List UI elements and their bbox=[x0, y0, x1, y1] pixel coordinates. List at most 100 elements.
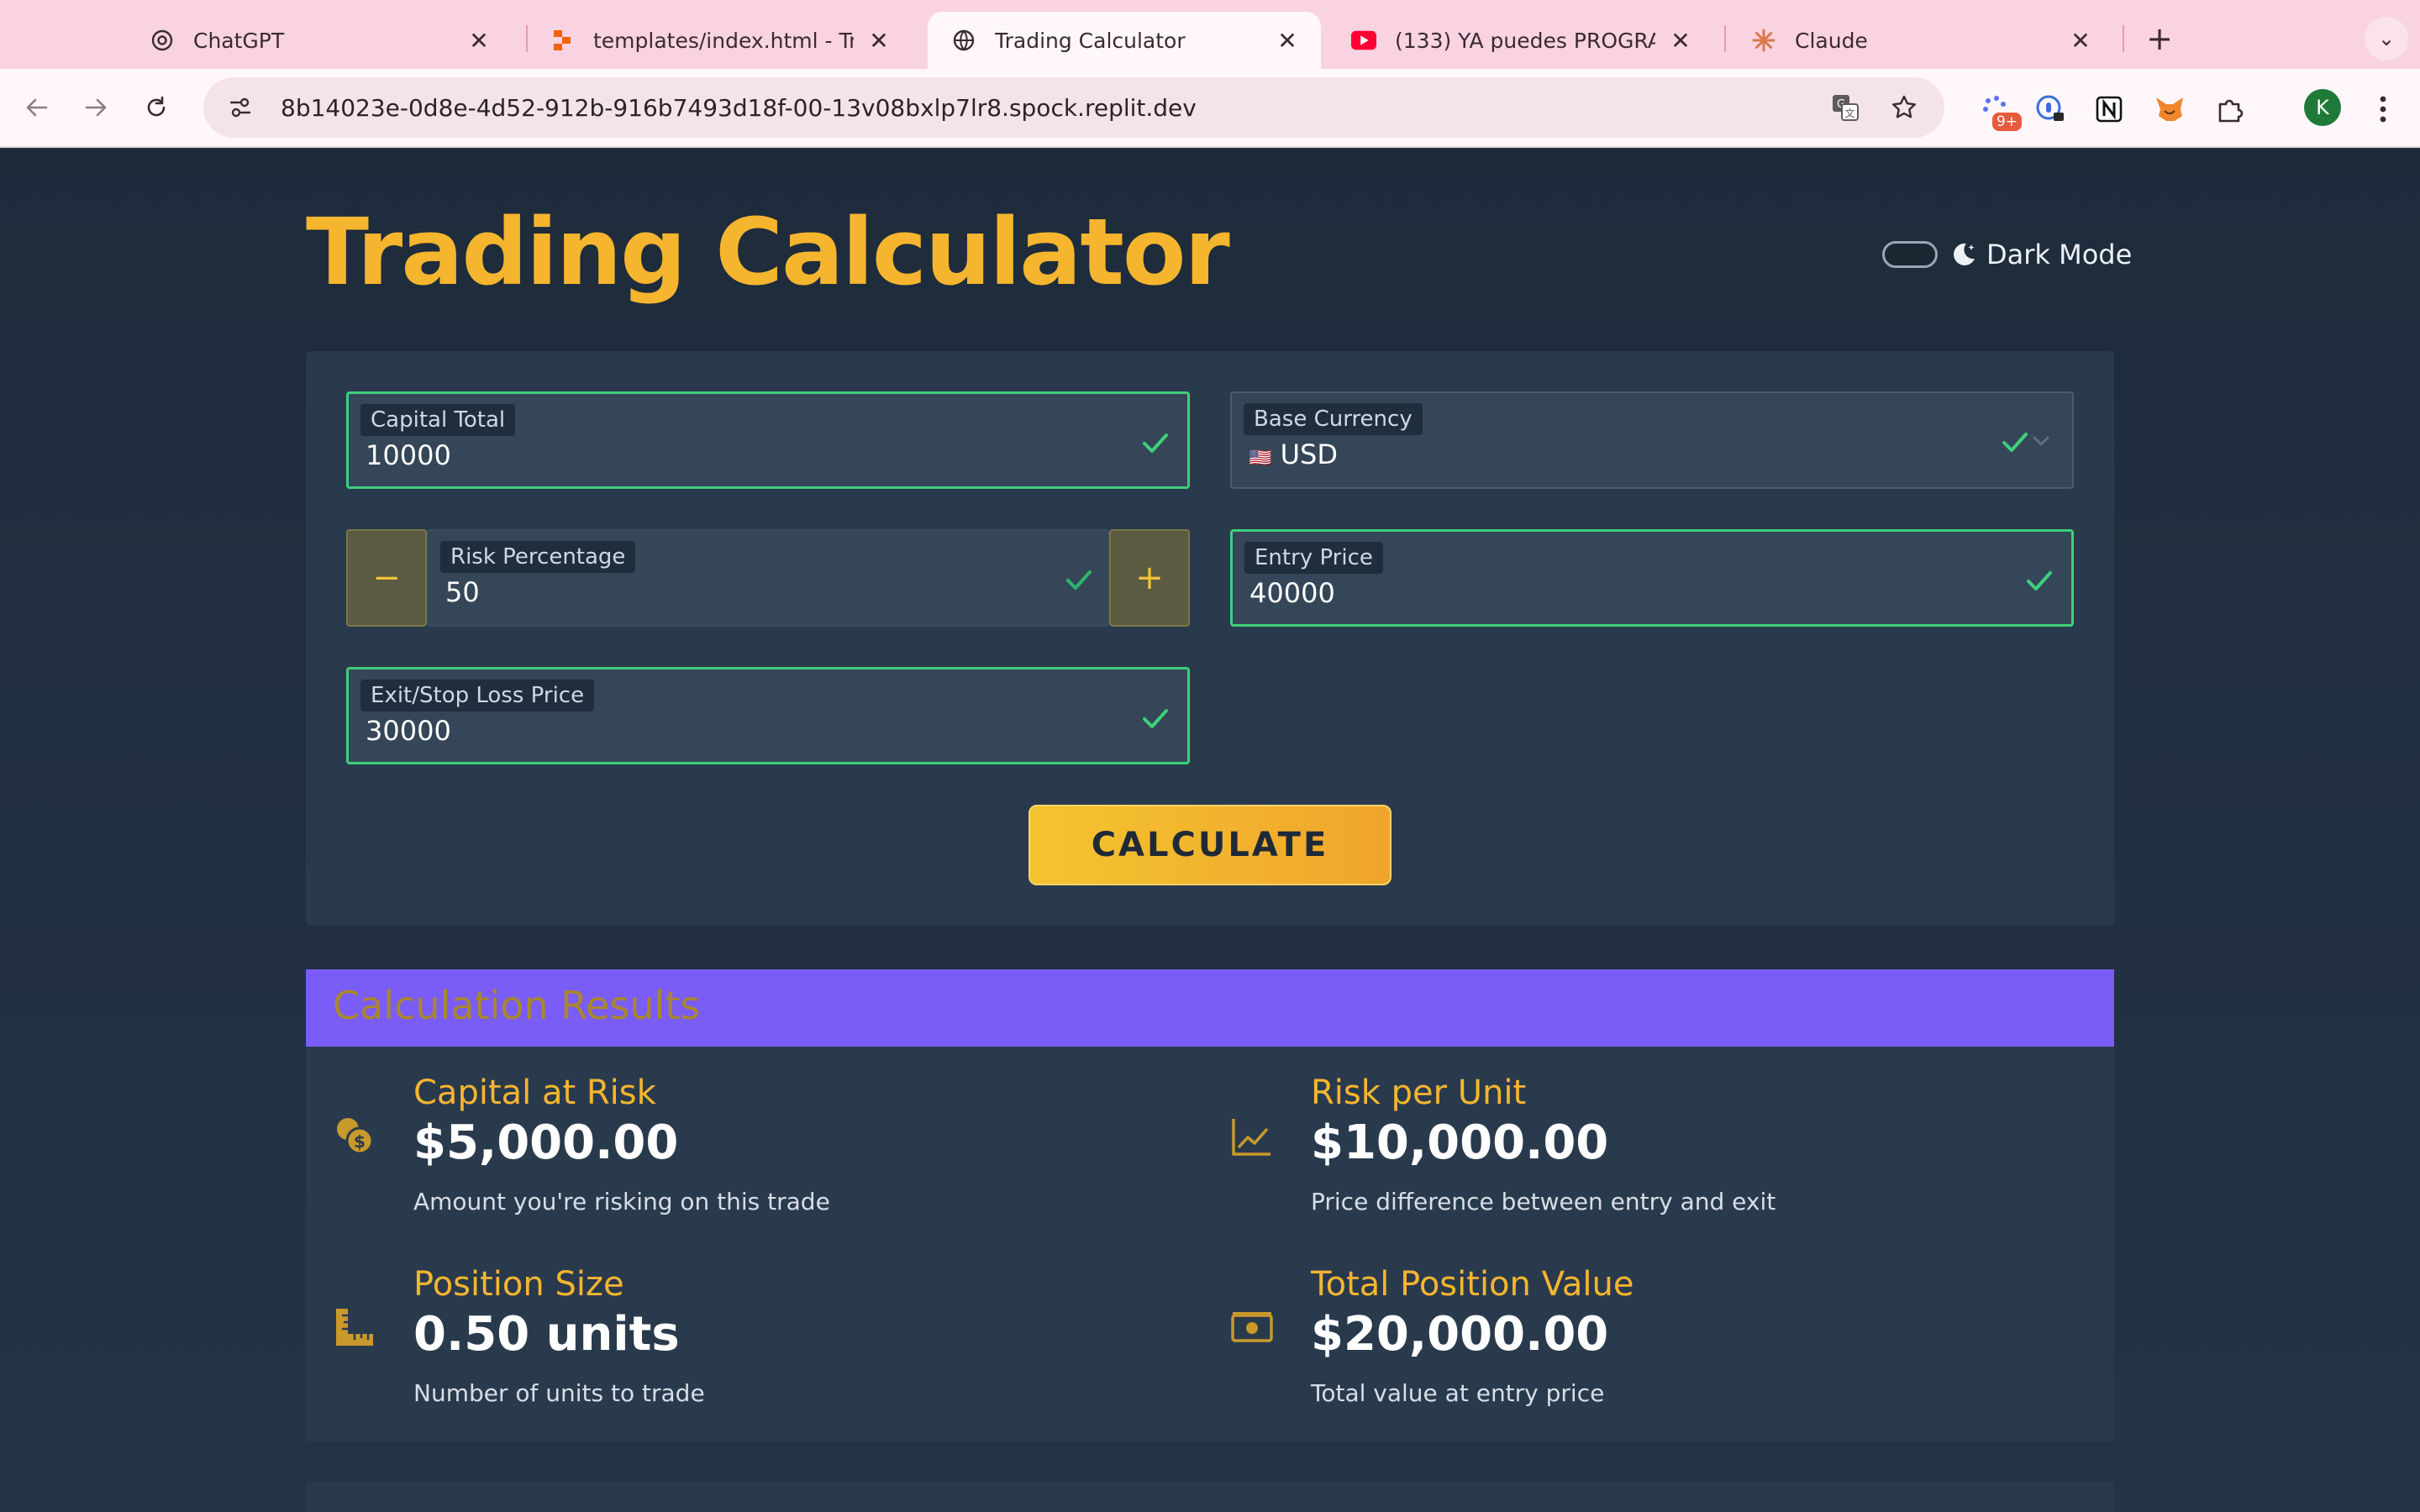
line-chart-icon bbox=[1232, 1119, 1270, 1156]
password-manager-icon bbox=[2036, 95, 2064, 121]
globe-icon bbox=[951, 28, 976, 53]
profile-avatar[interactable]: K bbox=[2304, 89, 2341, 126]
tab-separator bbox=[1724, 25, 1726, 52]
extension-button[interactable]: 9+ bbox=[1975, 89, 2022, 131]
exit-price-input[interactable]: 30000 bbox=[366, 715, 451, 747]
browser-tab-bar: ChatGPT ✕ templates/index.html - Trading… bbox=[0, 0, 2420, 69]
check-icon bbox=[1143, 709, 1168, 728]
extensions-menu-button[interactable] bbox=[2210, 89, 2250, 129]
replit-icon bbox=[550, 28, 575, 53]
capital-total-label: Capital Total bbox=[360, 404, 516, 436]
dark-mode-toggle[interactable]: Dark Mode bbox=[1882, 239, 2132, 270]
dark-mode-label: Dark Mode bbox=[1986, 239, 2133, 270]
tab-claude[interactable]: Claude ✕ bbox=[1728, 12, 2114, 69]
puzzle-icon bbox=[2218, 99, 2244, 123]
tab-title: Trading Calculator bbox=[995, 28, 1186, 53]
metric-total-position-value: Total Position Value $20,000.00 Total va… bbox=[1230, 1265, 2070, 1425]
chatgpt-icon bbox=[150, 28, 175, 53]
base-currency-label: Base Currency bbox=[1244, 403, 1423, 435]
currency-code: USD bbox=[1280, 438, 1338, 470]
svg-text:文: 文 bbox=[1844, 107, 1854, 119]
metric-description: Number of units to trade bbox=[413, 1379, 705, 1407]
translate-icon[interactable]: G文 bbox=[1827, 89, 1864, 126]
site-settings-icon[interactable] bbox=[222, 89, 259, 126]
extension-button[interactable] bbox=[2089, 89, 2129, 129]
close-icon[interactable]: ✕ bbox=[1665, 25, 1696, 55]
check-icon bbox=[2002, 433, 2028, 452]
coins-icon: $ bbox=[337, 1118, 374, 1155]
tab-title: Claude bbox=[1795, 28, 1868, 53]
metric-risk-per-unit: Risk per Unit $10,000.00 Price differenc… bbox=[1230, 1074, 2070, 1233]
chevron-down-icon[interactable] bbox=[2030, 430, 2052, 452]
extension-button[interactable] bbox=[2030, 89, 2070, 129]
close-icon[interactable]: ✕ bbox=[464, 25, 494, 55]
chrome-menu-button[interactable] bbox=[2363, 89, 2403, 129]
page-content: Trading Calculator Dark Mode Capital Tot… bbox=[0, 148, 2420, 1512]
url-text[interactable]: 8b14023e-0d8e-4d52-912b-916b7493d18f-00-… bbox=[281, 94, 1827, 122]
increase-risk-button[interactable]: + bbox=[1109, 529, 1190, 627]
tab-chatgpt[interactable]: ChatGPT ✕ bbox=[126, 12, 513, 69]
back-button[interactable] bbox=[13, 84, 60, 131]
arrow-left-icon bbox=[26, 98, 48, 117]
risk-percentage-field[interactable]: Risk Percentage 50 bbox=[427, 529, 1109, 627]
extension-button[interactable] bbox=[2149, 89, 2190, 129]
check-icon bbox=[2027, 571, 2052, 591]
new-tab-button[interactable]: + bbox=[2138, 17, 2181, 60]
base-currency-select[interactable]: Base Currency 🇺🇸 USD bbox=[1230, 391, 2074, 489]
tab-title: ChatGPT bbox=[193, 28, 285, 53]
metric-description: Total value at entry price bbox=[1311, 1379, 1605, 1407]
exit-price-field[interactable]: Exit/Stop Loss Price 30000 bbox=[346, 667, 1190, 764]
risk-percentage-input[interactable]: 50 bbox=[445, 576, 480, 608]
fox-wallet-icon bbox=[2156, 97, 2183, 121]
close-icon[interactable]: ✕ bbox=[864, 25, 894, 55]
entry-price-field[interactable]: Entry Price 40000 bbox=[1230, 529, 2074, 627]
exit-price-label: Exit/Stop Loss Price bbox=[360, 680, 595, 711]
moon-icon bbox=[1949, 240, 1978, 269]
tab-trading-calculator[interactable]: Trading Calculator ✕ bbox=[928, 12, 1321, 69]
money-bill-icon bbox=[1231, 1312, 1273, 1342]
forward-button[interactable] bbox=[72, 84, 119, 131]
capital-total-input[interactable]: 10000 bbox=[366, 439, 451, 471]
notion-icon bbox=[2096, 96, 2123, 123]
metric-description: Price difference between entry and exit bbox=[1311, 1188, 1776, 1215]
metric-label: Position Size bbox=[413, 1265, 624, 1304]
metric-value: 0.50 units bbox=[413, 1307, 680, 1362]
ruler-icon bbox=[336, 1309, 373, 1346]
metric-label: Capital at Risk bbox=[413, 1074, 656, 1112]
entry-price-input[interactable]: 40000 bbox=[1249, 577, 1335, 609]
calculate-button[interactable]: CALCULATE bbox=[1028, 805, 1392, 885]
decrease-risk-button[interactable]: − bbox=[346, 529, 427, 627]
toggle-switch[interactable] bbox=[1882, 241, 1938, 268]
address-bar[interactable]: 8b14023e-0d8e-4d52-912b-916b7493d18f-00-… bbox=[203, 77, 1944, 138]
close-icon[interactable]: ✕ bbox=[2065, 25, 2096, 55]
tab-search-button[interactable]: ⌄ bbox=[2365, 17, 2408, 60]
bookmark-star-icon[interactable] bbox=[1886, 89, 1923, 126]
base-currency-value[interactable]: 🇺🇸 USD bbox=[1249, 438, 1338, 470]
tab-youtube[interactable]: (133) YA puedes PROGRAMAR ✕ bbox=[1328, 12, 1714, 69]
results-title: Calculation Results bbox=[333, 983, 701, 1028]
next-section-card bbox=[306, 1482, 2114, 1512]
check-icon bbox=[1066, 570, 1092, 590]
arrow-right-icon bbox=[85, 98, 107, 117]
page-title: Trading Calculator bbox=[306, 198, 1230, 306]
svg-text:$: $ bbox=[354, 1131, 366, 1152]
reload-button[interactable] bbox=[133, 84, 180, 131]
capital-total-field[interactable]: Capital Total 10000 bbox=[346, 391, 1190, 489]
claude-icon bbox=[1751, 28, 1776, 53]
tab-replit-editor[interactable]: templates/index.html - Trading ✕ bbox=[526, 12, 913, 69]
us-flag-icon: 🇺🇸 bbox=[1249, 448, 1272, 469]
youtube-icon bbox=[1351, 28, 1376, 53]
metric-label: Total Position Value bbox=[1311, 1265, 1634, 1304]
check-icon bbox=[1143, 433, 1168, 453]
tab-separator bbox=[2123, 25, 2124, 52]
metric-capital-at-risk: $ Capital at Risk $5,000.00 Amount you'r… bbox=[333, 1074, 1173, 1233]
metric-value: $5,000.00 bbox=[413, 1116, 679, 1170]
calculator-form: Capital Total 10000 Base Currency 🇺🇸 USD… bbox=[306, 351, 2114, 926]
tab-title: templates/index.html - Trading bbox=[593, 28, 854, 53]
extension-badge: 9+ bbox=[1991, 113, 2022, 131]
close-icon[interactable]: ✕ bbox=[1272, 25, 1302, 55]
metric-description: Amount you're risking on this trade bbox=[413, 1188, 830, 1215]
browser-toolbar: 8b14023e-0d8e-4d52-912b-916b7493d18f-00-… bbox=[0, 69, 2420, 148]
reload-icon bbox=[147, 96, 166, 117]
entry-price-label: Entry Price bbox=[1244, 542, 1383, 574]
